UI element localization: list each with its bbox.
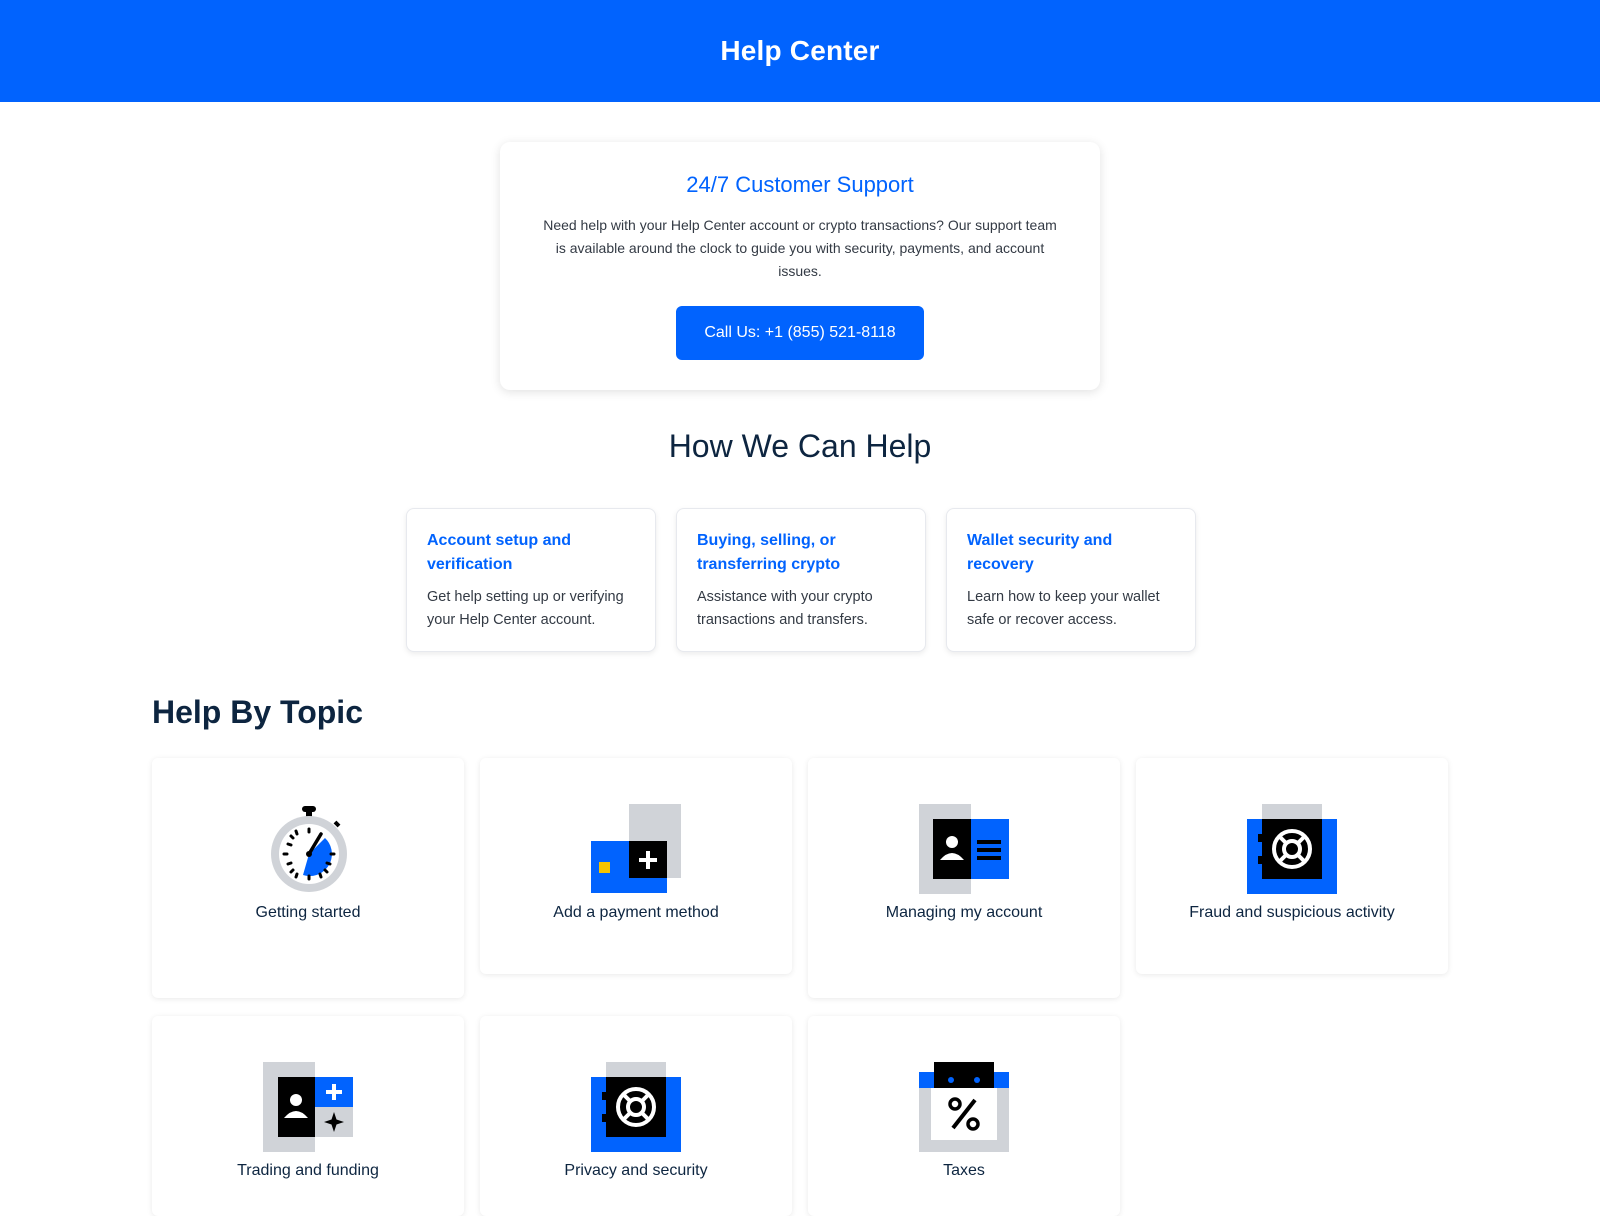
topic-label: Getting started: [255, 904, 361, 921]
help-by-topic-title: Help By Topic: [152, 694, 363, 730]
help-card-wallet-security[interactable]: Wallet security and recovery Learn how t…: [946, 508, 1196, 652]
topic-card-taxes[interactable]: Taxes: [808, 1016, 1120, 1216]
support-card: 24/7 Customer Support Need help with you…: [500, 142, 1100, 390]
help-card-buying-selling[interactable]: Buying, selling, or transferring crypto …: [676, 508, 926, 652]
call-us-button[interactable]: Call Us: +1 (855) 521-8118: [676, 306, 924, 360]
topic-card-fraud[interactable]: Fraud and suspicious activity: [1136, 758, 1448, 974]
topic-label: Fraud and suspicious activity: [1189, 904, 1395, 921]
topic-label: Taxes: [943, 1162, 985, 1179]
site-title: Help Center: [720, 35, 880, 66]
help-card-text: Assistance with your crypto transactions…: [697, 589, 873, 628]
safe-vault-icon: [591, 1062, 681, 1152]
payment-card-add-icon: [591, 804, 681, 893]
help-card-title: Buying, selling, or transferring crypto: [697, 532, 841, 573]
tax-calendar-icon: [919, 1062, 1009, 1152]
topic-label: Managing my account: [885, 904, 1043, 921]
topic-card-managing-account[interactable]: Managing my account: [808, 758, 1120, 998]
topic-card-add-payment[interactable]: Add a payment method: [480, 758, 792, 974]
support-title: 24/7 Customer Support: [686, 172, 914, 197]
trading-funding-icon: [263, 1062, 353, 1152]
topic-label: Add a payment method: [553, 904, 719, 921]
help-card-title: Wallet security and recovery: [967, 532, 1113, 573]
topic-label: Trading and funding: [237, 1162, 379, 1179]
topic-card-privacy-security[interactable]: Privacy and security: [480, 1016, 792, 1216]
stopwatch-icon: [271, 806, 347, 892]
support-description: Need help with your Help Center account …: [543, 217, 1057, 279]
top-header: Help Center: [0, 0, 1600, 102]
how-we-help-title: How We Can Help: [668, 428, 932, 464]
account-card-icon: [919, 804, 1009, 894]
topic-card-getting-started[interactable]: Getting started: [152, 758, 464, 998]
help-card-account-setup[interactable]: Account setup and verification Get help …: [406, 508, 656, 652]
help-card-title: Account setup and verification: [427, 532, 572, 573]
safe-vault-icon: [1247, 804, 1337, 894]
topic-label: Privacy and security: [564, 1162, 708, 1179]
topic-card-trading-funding[interactable]: Trading and funding: [152, 1016, 464, 1216]
help-card-text: Get help setting up or verifying your He…: [427, 589, 624, 628]
help-card-text: Learn how to keep your wallet safe or re…: [967, 589, 1160, 628]
